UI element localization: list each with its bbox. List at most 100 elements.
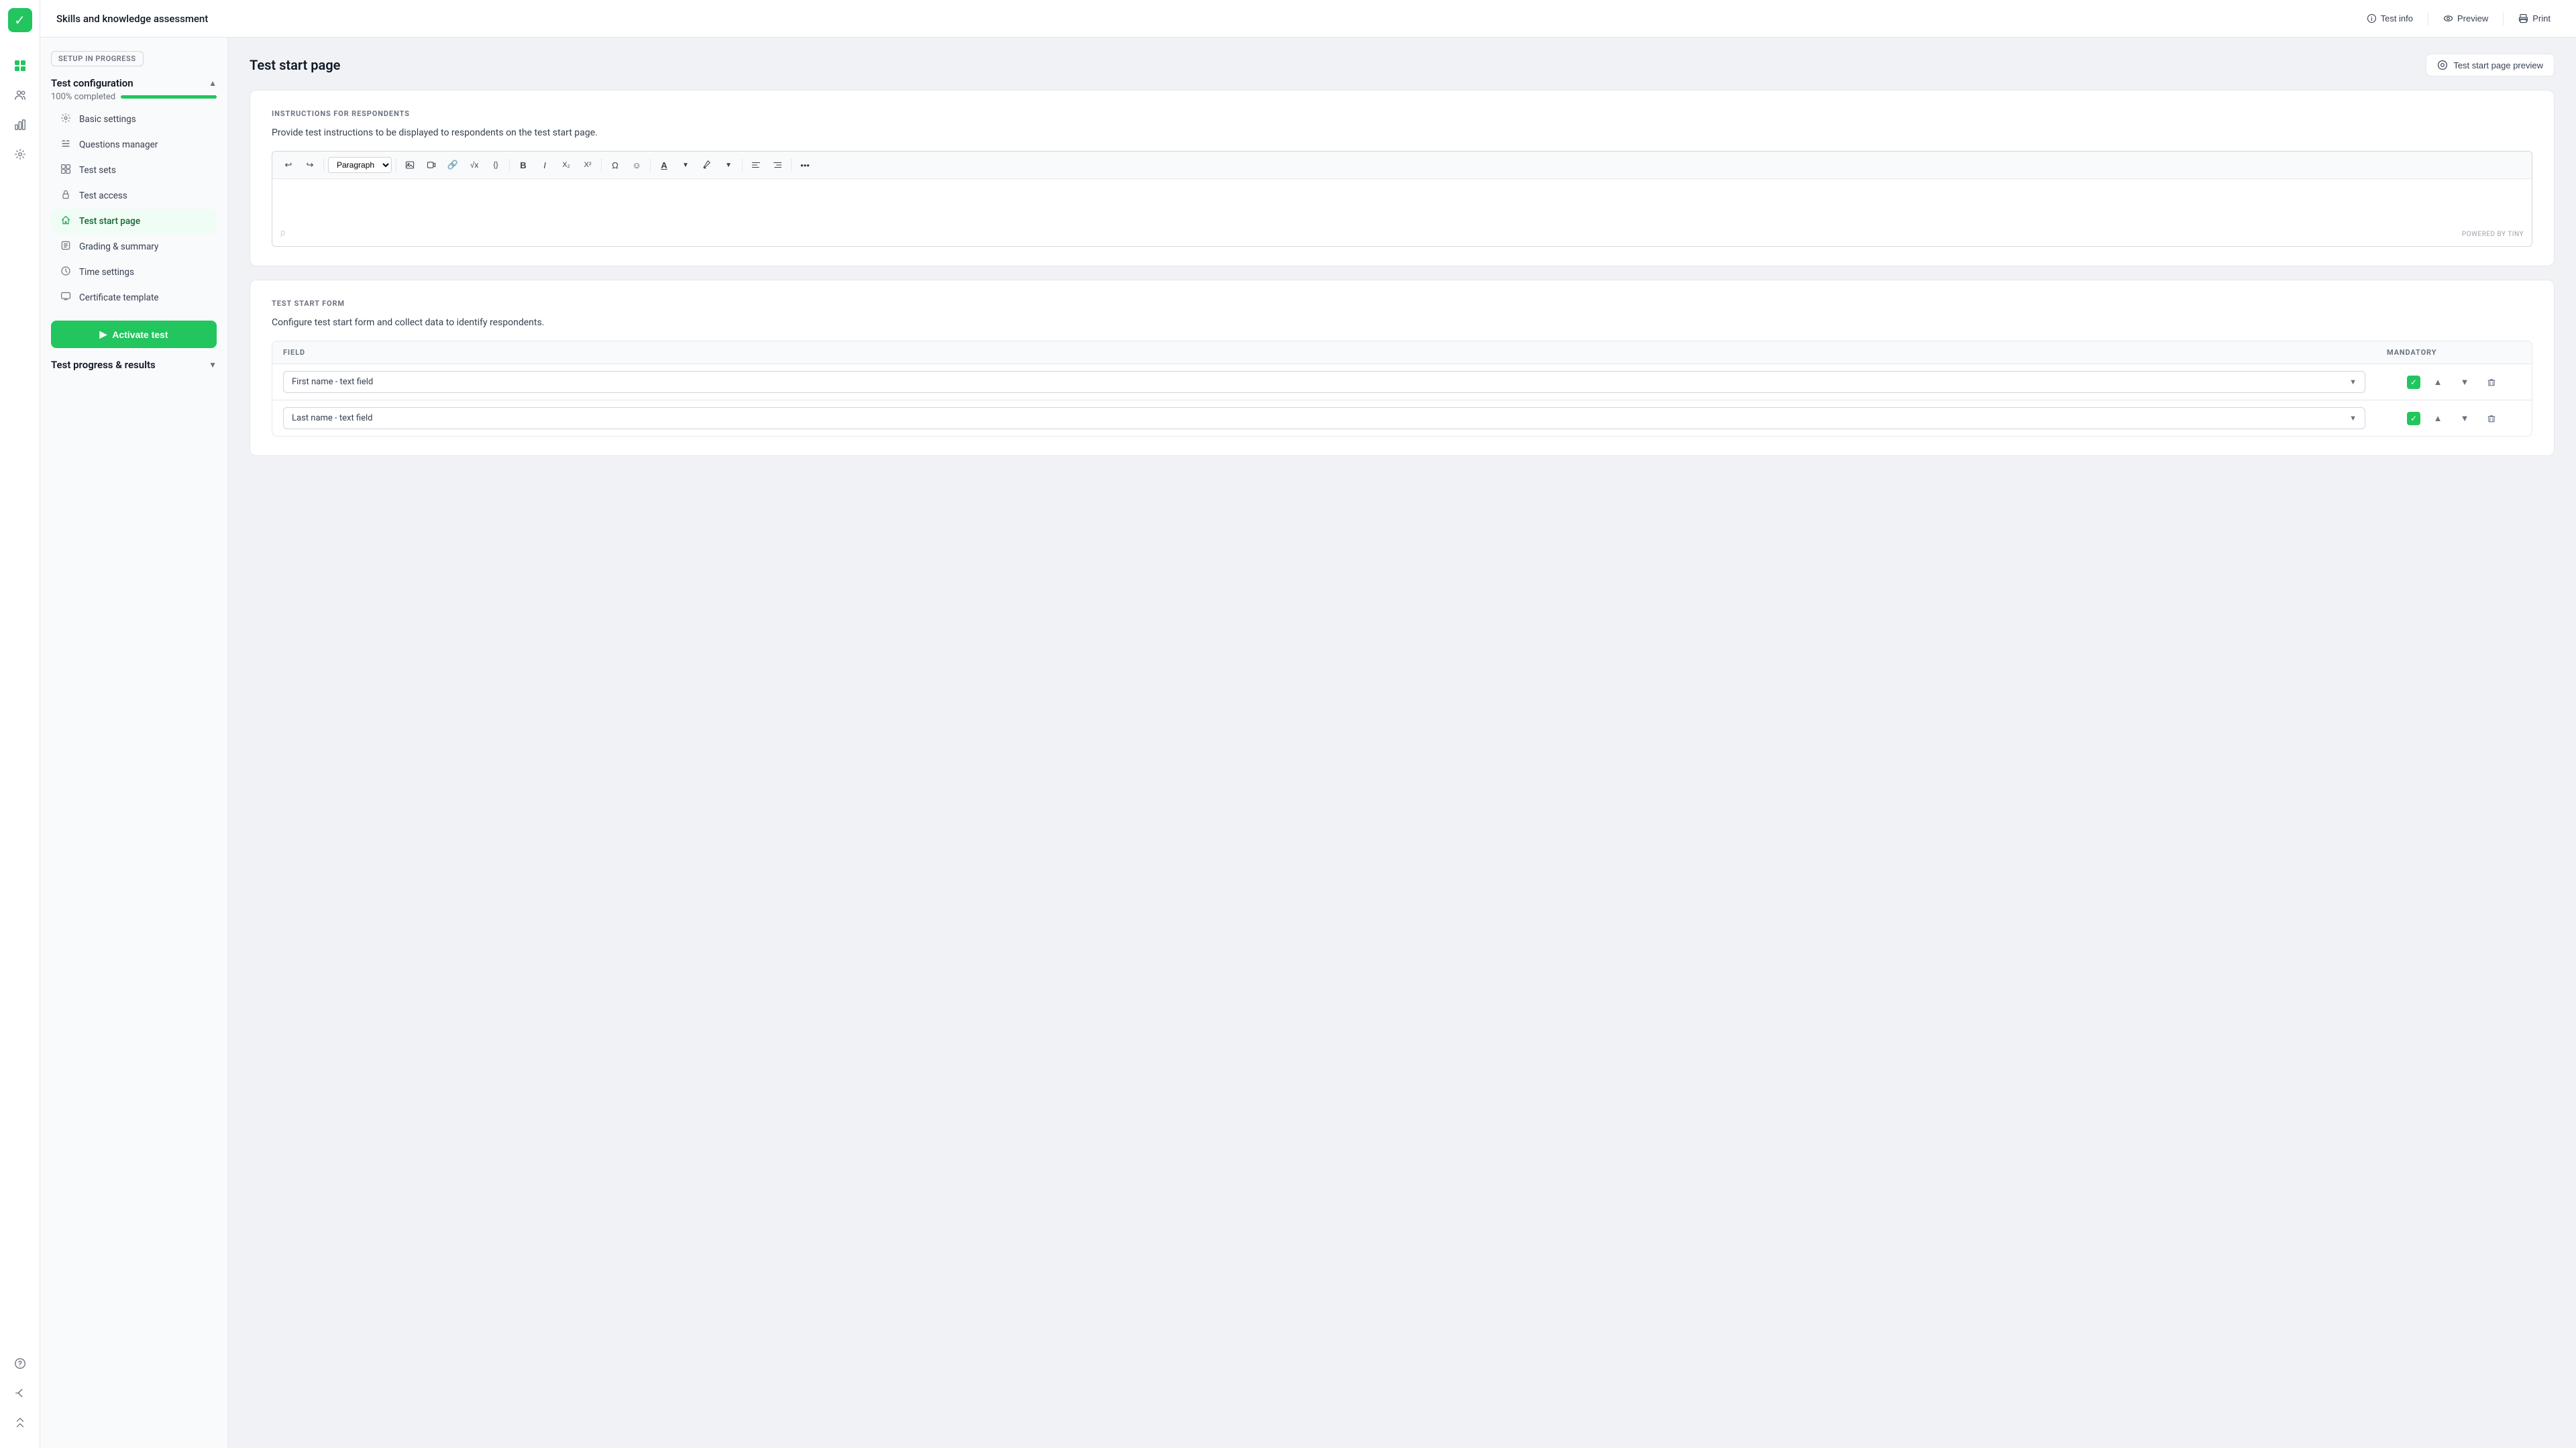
nav-item-questions[interactable]: Questions manager xyxy=(51,133,217,157)
mandatory-checkbox-2[interactable]: ✓ xyxy=(2407,412,2420,425)
nav-item-test-access-label: Test access xyxy=(79,190,127,201)
insert-image-button[interactable] xyxy=(400,156,419,174)
config-section-header[interactable]: Test configuration ▲ xyxy=(51,77,217,89)
config-collapse-icon: ▲ xyxy=(209,78,217,88)
preview-btn-label: Test start page preview xyxy=(2453,60,2543,70)
insert-video-button[interactable] xyxy=(422,156,441,174)
trash-icon-1 xyxy=(2487,378,2496,387)
mandatory-checkbox-1[interactable]: ✓ xyxy=(2407,376,2420,389)
instructions-card: INSTRUCTIONS FOR RESPONDENTS Provide tes… xyxy=(250,90,2555,266)
body-area: SETUP IN PROGRESS Test configuration ▲ 1… xyxy=(40,38,2576,1448)
move-down-button-2[interactable]: ▼ xyxy=(2455,409,2474,428)
settings-icon-btn[interactable] xyxy=(8,142,32,166)
nav-item-test-access[interactable]: Test access xyxy=(51,184,217,208)
test-start-page-preview-button[interactable]: Test start page preview xyxy=(2426,54,2555,76)
nav-item-test-start-page[interactable]: Test start page xyxy=(51,209,217,233)
undo-button[interactable]: ↩ xyxy=(279,156,298,174)
sidebar: SETUP IN PROGRESS Test configuration ▲ 1… xyxy=(40,38,228,1448)
align-right-button[interactable] xyxy=(768,156,787,174)
time-settings-nav-icon xyxy=(59,266,72,279)
chart-icon-btn[interactable] xyxy=(8,113,32,137)
field-label-1: First name - text field xyxy=(292,377,373,387)
trash-icon-2 xyxy=(2487,414,2496,423)
logo-button[interactable]: ✓ xyxy=(8,8,32,32)
results-section-title: Test progress & results xyxy=(51,359,156,371)
form-table-header: FIELD MANDATORY xyxy=(272,341,2532,364)
test-sets-nav-icon xyxy=(59,164,72,177)
insert-link-button[interactable]: 🔗 xyxy=(443,156,462,174)
font-color-dropdown[interactable]: ▼ xyxy=(676,156,695,174)
nav-item-test-sets-label: Test sets xyxy=(79,165,116,176)
page-title: Test start page xyxy=(250,57,340,73)
help-icon-btn[interactable] xyxy=(8,1351,32,1376)
app-title: Skills and knowledge assessment xyxy=(56,13,208,25)
rte-body[interactable]: p POWERED BY TINY xyxy=(272,179,2532,246)
rte-powered-by: POWERED BY TINY xyxy=(2462,231,2524,238)
move-up-button-1[interactable]: ▲ xyxy=(2428,373,2447,392)
grid-icon-btn[interactable] xyxy=(8,54,32,78)
redo-button[interactable]: ↪ xyxy=(301,156,319,174)
highlight-color-dropdown[interactable]: ▼ xyxy=(719,156,738,174)
nav-item-test-sets[interactable]: Test sets xyxy=(51,158,217,182)
mandatory-cell-2: ✓ ▲ ▼ xyxy=(2387,409,2521,428)
nav-item-basic-settings[interactable]: Basic settings xyxy=(51,107,217,131)
delete-button-2[interactable] xyxy=(2482,409,2501,428)
field-select-2[interactable]: Last name - text field ▼ xyxy=(283,407,2376,429)
preview-button[interactable]: Preview xyxy=(2434,9,2498,27)
top-bar: Skills and knowledge assessment Test inf… xyxy=(40,0,2576,38)
setup-badge: SETUP IN PROGRESS xyxy=(51,51,144,66)
form-section-desc: Configure test start form and collect da… xyxy=(272,316,2532,330)
progress-bar-container xyxy=(121,95,217,99)
rte-separator5 xyxy=(650,158,651,172)
nav-items: Basic settings Questions manager xyxy=(51,107,217,310)
instructions-section-desc: Provide test instructions to be displaye… xyxy=(272,126,2532,140)
align-left-button[interactable] xyxy=(747,156,765,174)
highlight-color-button[interactable] xyxy=(698,156,716,174)
instructions-section-label: INSTRUCTIONS FOR RESPONDENTS xyxy=(272,109,2532,118)
rte-separator3 xyxy=(509,158,510,172)
results-section: Test progress & results ▼ xyxy=(51,359,217,371)
content-header: Test start page Test start page preview xyxy=(250,54,2555,76)
results-section-header[interactable]: Test progress & results ▼ xyxy=(51,359,217,371)
field-select-1[interactable]: First name - text field ▼ xyxy=(283,371,2376,393)
progress-row: 100% completed xyxy=(51,92,217,102)
special-chars-button[interactable]: Ω xyxy=(606,156,625,174)
italic-button[interactable]: I xyxy=(535,156,554,174)
delete-button-1[interactable] xyxy=(2482,373,2501,392)
top-bar-actions: Test info Preview Print xyxy=(2357,9,2560,27)
more-options-button[interactable]: ••• xyxy=(796,156,814,174)
info-icon xyxy=(2367,13,2377,23)
nav-item-test-start-page-label: Test start page xyxy=(79,216,140,227)
move-up-button-2[interactable]: ▲ xyxy=(2428,409,2447,428)
insert-math-button[interactable]: √x xyxy=(465,156,484,174)
nav-item-grading-label: Grading & summary xyxy=(79,241,158,252)
users-icon-btn[interactable] xyxy=(8,83,32,107)
nav-item-grading[interactable]: Grading & summary xyxy=(51,235,217,259)
test-start-page-nav-icon xyxy=(59,215,72,228)
nav-item-time-settings[interactable]: Time settings xyxy=(51,260,217,284)
paragraph-select[interactable]: Paragraph xyxy=(328,157,392,173)
preview-page-icon xyxy=(2437,60,2448,70)
config-section-title: Test configuration xyxy=(51,77,133,89)
results-collapse-icon: ▼ xyxy=(209,360,217,370)
config-section: Test configuration ▲ 100% completed xyxy=(51,77,217,310)
emoji-button[interactable]: ☺ xyxy=(627,156,646,174)
move-down-button-1[interactable]: ▼ xyxy=(2455,373,2474,392)
field-label-2: Last name - text field xyxy=(292,413,373,423)
print-button[interactable]: Print xyxy=(2509,9,2560,27)
rte-separator7 xyxy=(791,158,792,172)
insert-code-button[interactable]: {} xyxy=(486,156,505,174)
activate-test-button[interactable]: ▶ Activate test xyxy=(51,321,217,348)
collapse-icon-btn[interactable] xyxy=(8,1410,32,1435)
rte-toolbar: ↩ ↪ Paragraph 🔗 xyxy=(272,152,2532,179)
test-info-button[interactable]: Test info xyxy=(2357,9,2422,27)
mandatory-header: MANDATORY xyxy=(2387,348,2521,357)
subscript-button[interactable]: X₂ xyxy=(557,156,576,174)
back-icon-btn[interactable] xyxy=(8,1381,32,1405)
font-color-button[interactable]: A xyxy=(655,156,674,174)
rich-text-editor: ↩ ↪ Paragraph 🔗 xyxy=(272,151,2532,247)
nav-item-certificate[interactable]: Certificate template xyxy=(51,286,217,310)
superscript-button[interactable]: X² xyxy=(578,156,597,174)
bold-button[interactable]: B xyxy=(514,156,533,174)
icon-bar: ✓ xyxy=(0,0,40,1448)
